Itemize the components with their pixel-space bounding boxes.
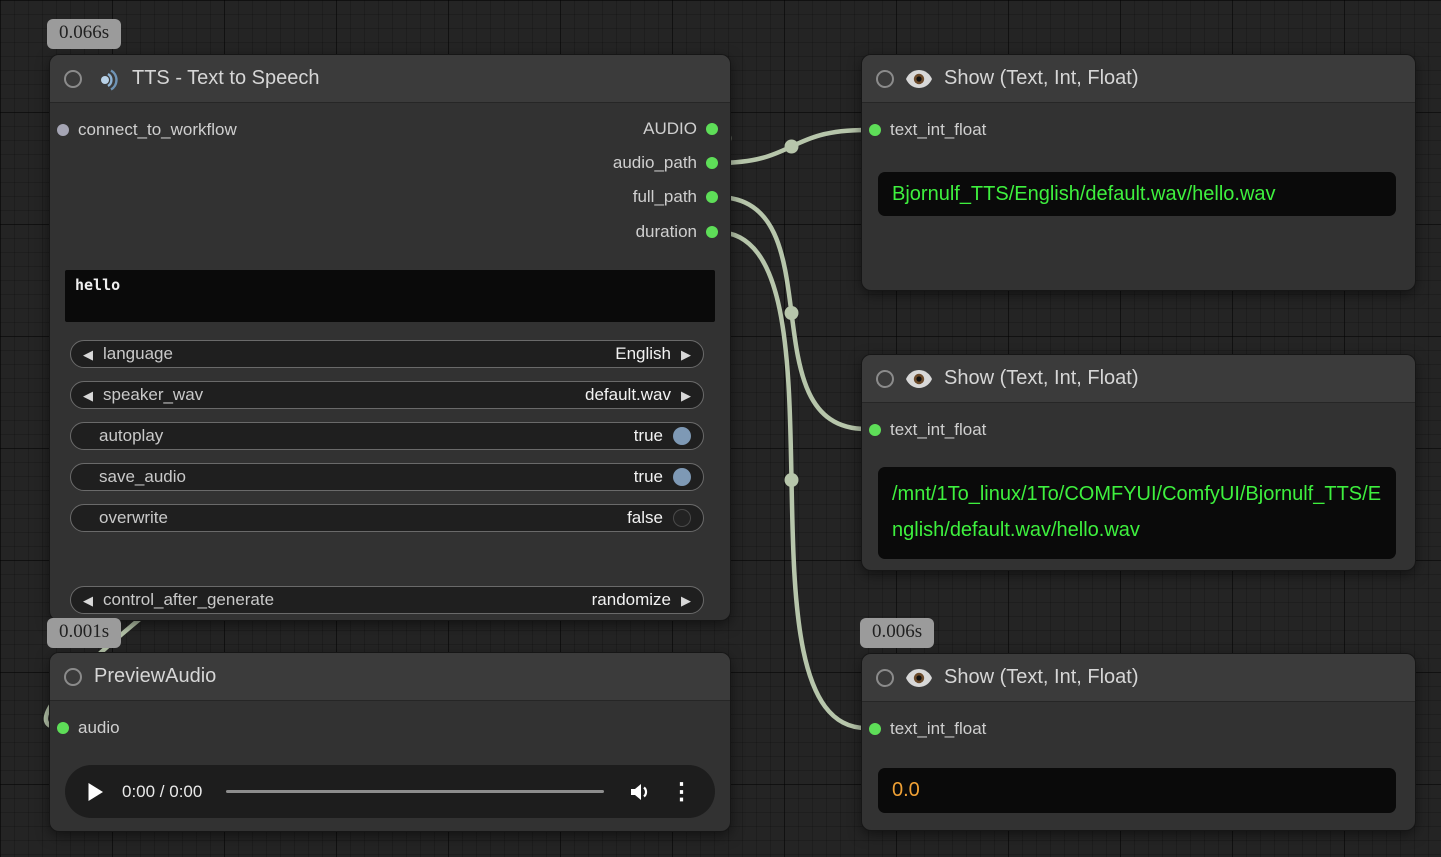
widget-speaker-wav[interactable]: ◀ speaker_wav default.wav ▶ <box>70 381 704 409</box>
widget-control-after-generate[interactable]: ◀ control_after_generate randomize ▶ <box>70 586 704 614</box>
input-port-icon[interactable] <box>57 124 69 136</box>
input-port-icon[interactable] <box>869 124 881 136</box>
tts-speech-icon <box>94 66 120 92</box>
widget-label: autoplay <box>99 426 163 446</box>
widget-overwrite[interactable]: overwrite false <box>70 504 704 532</box>
show-value-display: /mnt/1To_linux/1To/COMFYUI/ComfyUI/Bjorn… <box>878 467 1396 559</box>
audio-player[interactable]: 0:00 / 0:00 ⋮ <box>65 765 715 818</box>
node-title-bar[interactable]: Show (Text, Int, Float) <box>862 355 1415 403</box>
node-title-bar[interactable]: PreviewAudio <box>50 653 730 701</box>
toggle-knob[interactable] <box>673 509 691 527</box>
audio-progress-track[interactable] <box>226 790 604 793</box>
input-port-icon[interactable] <box>869 424 881 436</box>
output-slot-label: audio_path <box>613 152 697 174</box>
collapse-dot[interactable] <box>876 70 894 88</box>
text-input-widget[interactable]: hello <box>65 270 715 322</box>
execution-time-badge: 0.066s <box>47 19 121 49</box>
node-title: TTS - Text to Speech <box>132 67 320 90</box>
output-slot-duration[interactable]: duration <box>636 221 718 243</box>
node-tts[interactable]: TTS - Text to Speech connect_to_workflow… <box>50 55 730 620</box>
collapse-dot[interactable] <box>876 370 894 388</box>
input-port-icon[interactable] <box>57 722 69 734</box>
combo-right-arrow-icon[interactable]: ▶ <box>681 389 691 402</box>
widget-value: false <box>627 508 663 528</box>
combo-left-arrow-icon[interactable]: ◀ <box>83 389 93 402</box>
eye-icon <box>906 370 932 388</box>
widget-value: default.wav <box>585 385 671 405</box>
link-midpoint-dot <box>785 473 799 487</box>
output-slot-label: full_path <box>633 186 697 208</box>
execution-time-badge: 0.001s <box>47 618 121 648</box>
combo-left-arrow-icon[interactable]: ◀ <box>83 348 93 361</box>
node-show-bottom[interactable]: Show (Text, Int, Float) text_int_float 0… <box>862 654 1415 830</box>
node-title-bar[interactable]: Show (Text, Int, Float) <box>862 55 1415 103</box>
link-duration-to-show-bottom <box>717 232 866 728</box>
collapse-dot[interactable] <box>64 70 82 88</box>
show-value-display: Bjornulf_TTS/English/default.wav/hello.w… <box>878 172 1396 216</box>
output-port-icon[interactable] <box>706 123 718 135</box>
input-slot-label: text_int_float <box>890 419 986 441</box>
audio-time-label: 0:00 / 0:00 <box>122 782 202 802</box>
volume-icon[interactable] <box>628 781 652 803</box>
toggle-knob[interactable] <box>673 427 691 445</box>
widget-autoplay[interactable]: autoplay true <box>70 422 704 450</box>
input-slot-label: text_int_float <box>890 718 986 740</box>
link-audiopath-to-show-top <box>717 130 866 163</box>
widget-value: English <box>615 344 671 364</box>
combo-right-arrow-icon[interactable]: ▶ <box>681 348 691 361</box>
node-graph-canvas[interactable]: 0.066s 0.001s 0.006s TTS - Text to Speec… <box>0 0 1441 857</box>
node-title-bar[interactable]: Show (Text, Int, Float) <box>862 654 1415 702</box>
node-show-mid[interactable]: Show (Text, Int, Float) text_int_float /… <box>862 355 1415 570</box>
execution-time-badge: 0.006s <box>860 618 934 648</box>
input-slot-label: connect_to_workflow <box>78 119 237 141</box>
widget-label: language <box>103 344 173 364</box>
output-slot-label: duration <box>636 221 697 243</box>
widget-label: speaker_wav <box>103 385 203 405</box>
input-slot-connect-to-workflow[interactable]: connect_to_workflow <box>57 119 237 141</box>
play-button-icon[interactable] <box>87 782 104 802</box>
combo-right-arrow-icon[interactable]: ▶ <box>681 594 691 607</box>
link-fullpath-to-show-mid <box>717 197 866 429</box>
widget-label: save_audio <box>99 467 186 487</box>
output-port-icon[interactable] <box>706 157 718 169</box>
widget-value: randomize <box>592 590 671 610</box>
eye-icon <box>906 70 932 88</box>
output-slot-audio-path[interactable]: audio_path <box>613 152 718 174</box>
input-slot-text-int-float[interactable]: text_int_float <box>869 419 986 441</box>
input-port-icon[interactable] <box>869 723 881 735</box>
widget-label: overwrite <box>99 508 168 528</box>
widget-language[interactable]: ◀ language English ▶ <box>70 340 704 368</box>
input-slot-text-int-float[interactable]: text_int_float <box>869 718 986 740</box>
node-title: Show (Text, Int, Float) <box>944 67 1139 90</box>
widget-value: true <box>634 426 663 446</box>
input-slot-audio[interactable]: audio <box>57 717 120 739</box>
node-title: Show (Text, Int, Float) <box>944 666 1139 689</box>
output-slot-label: AUDIO <box>643 118 697 140</box>
node-title-bar[interactable]: TTS - Text to Speech <box>50 55 730 103</box>
node-show-top[interactable]: Show (Text, Int, Float) text_int_float B… <box>862 55 1415 290</box>
input-slot-text-int-float[interactable]: text_int_float <box>869 119 986 141</box>
input-slot-label: audio <box>78 717 120 739</box>
output-port-icon[interactable] <box>706 191 718 203</box>
combo-left-arrow-icon[interactable]: ◀ <box>83 594 93 607</box>
toggle-knob[interactable] <box>673 468 691 486</box>
output-slot-audio[interactable]: AUDIO <box>643 118 718 140</box>
collapse-dot[interactable] <box>64 668 82 686</box>
node-title: PreviewAudio <box>94 665 216 688</box>
link-midpoint-dot <box>785 140 799 154</box>
node-title: Show (Text, Int, Float) <box>944 367 1139 390</box>
input-slot-label: text_int_float <box>890 119 986 141</box>
widget-save-audio[interactable]: save_audio true <box>70 463 704 491</box>
output-slot-full-path[interactable]: full_path <box>633 186 718 208</box>
show-value-display: 0.0 <box>878 768 1396 813</box>
widget-label: control_after_generate <box>103 590 274 610</box>
widget-value: true <box>634 467 663 487</box>
collapse-dot[interactable] <box>876 669 894 687</box>
kebab-menu-icon[interactable]: ⋮ <box>670 780 693 803</box>
link-midpoint-dot <box>785 306 799 320</box>
node-preview-audio[interactable]: PreviewAudio audio 0:00 / 0:00 ⋮ <box>50 653 730 831</box>
output-port-icon[interactable] <box>706 226 718 238</box>
eye-icon <box>906 669 932 687</box>
